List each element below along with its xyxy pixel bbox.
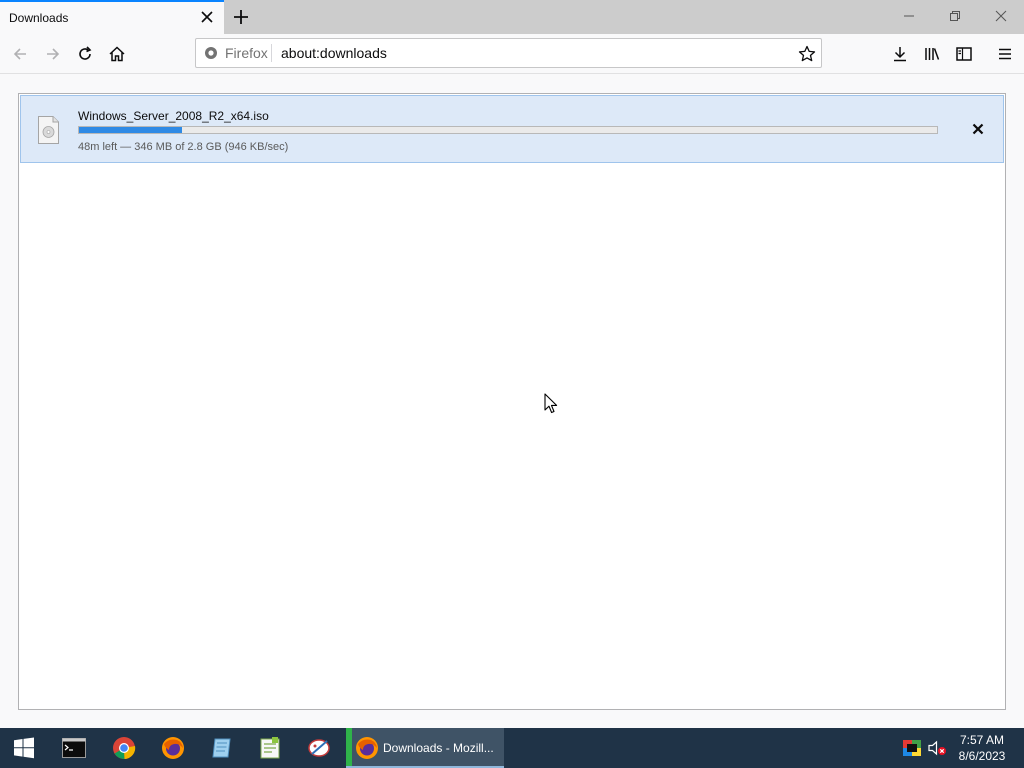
firefox-identity-icon[interactable] [204, 46, 218, 60]
taskbar-active-firefox-window[interactable]: Downloads - Mozill... [346, 728, 504, 768]
color-palette-icon [903, 740, 921, 756]
reload-button[interactable] [71, 40, 99, 68]
restore-button[interactable] [932, 0, 978, 32]
sidebar-icon [956, 47, 972, 61]
menu-button[interactable] [991, 40, 1019, 68]
restore-icon [950, 11, 960, 21]
clock-time: 7:57 AM [959, 733, 1005, 747]
clock-date: 8/6/2023 [958, 749, 1006, 763]
forward-button[interactable] [39, 40, 67, 68]
taskbar-chrome[interactable] [102, 728, 146, 768]
taskbar-window-label: Downloads - Mozill... [383, 741, 494, 755]
minimize-button[interactable] [886, 0, 932, 32]
system-clock[interactable]: 7:57 AM 8/6/2023 [952, 732, 1012, 764]
taskbar-notepad[interactable] [200, 728, 244, 768]
volume-tray-icon[interactable] [927, 728, 947, 768]
sidebar-button[interactable] [950, 40, 978, 68]
taskbar-paint-app[interactable] [298, 728, 342, 768]
download-progress-bar [78, 126, 938, 134]
download-item[interactable]: Windows_Server_2008_R2_x64.iso 48m left … [20, 95, 1004, 163]
taskbar-firefox[interactable] [151, 728, 195, 768]
command-prompt-icon [62, 738, 86, 758]
windows-logo-icon [14, 737, 34, 759]
back-button[interactable] [6, 40, 34, 68]
chrome-icon [113, 737, 136, 760]
taskbar: Downloads - Mozill... 7:57 AM 8/6/2023 [0, 728, 1024, 768]
firefox-icon [162, 737, 184, 759]
close-icon[interactable] [199, 9, 215, 25]
identity-label: Firefox [225, 45, 268, 61]
cancel-download-icon[interactable] [971, 122, 985, 136]
forward-arrow-icon [47, 48, 60, 60]
url-bar[interactable]: Firefox about:downloads [195, 38, 822, 68]
minimize-icon [904, 15, 914, 17]
star-icon[interactable] [798, 45, 816, 63]
home-button[interactable] [103, 40, 131, 68]
notepad-icon [212, 738, 231, 758]
tab-title: Downloads [9, 11, 69, 25]
firefox-icon [356, 737, 378, 759]
paint-app-icon [308, 739, 330, 757]
download-progress-fill [79, 127, 182, 133]
taskbar-active-indicator [346, 728, 352, 766]
navigation-toolbar: Firefox about:downloads [0, 34, 1024, 74]
tab-downloads[interactable]: Downloads [0, 0, 224, 34]
library-button[interactable] [918, 40, 946, 68]
mouse-cursor-icon [544, 393, 558, 414]
url-separator [271, 44, 272, 62]
taskbar-notepad-plus[interactable] [248, 728, 292, 768]
reload-icon [79, 46, 92, 60]
url-input[interactable]: about:downloads [281, 45, 387, 61]
back-arrow-icon [13, 48, 26, 60]
home-icon [109, 46, 125, 62]
color-tray-icon[interactable] [903, 728, 921, 768]
taskbar-cmd[interactable] [52, 728, 96, 768]
plus-icon[interactable] [230, 6, 252, 28]
tab-strip: Downloads [0, 0, 1024, 34]
volume-muted-icon [928, 740, 946, 756]
close-window-button[interactable] [978, 0, 1024, 32]
downloads-list: Windows_Server_2008_R2_x64.iso 48m left … [18, 93, 1006, 710]
close-icon [995, 10, 1007, 22]
downloads-button[interactable] [886, 40, 914, 68]
disc-image-file-icon [38, 116, 59, 144]
download-icon [894, 47, 906, 62]
download-status: 48m left — 346 MB of 2.8 GB (946 KB/sec) [78, 141, 289, 153]
hamburger-menu-icon [999, 48, 1011, 60]
start-button[interactable] [0, 728, 48, 768]
library-icon [925, 48, 940, 60]
notepad-plus-plus-icon [260, 737, 280, 759]
download-file-name: Windows_Server_2008_R2_x64.iso [78, 109, 269, 123]
